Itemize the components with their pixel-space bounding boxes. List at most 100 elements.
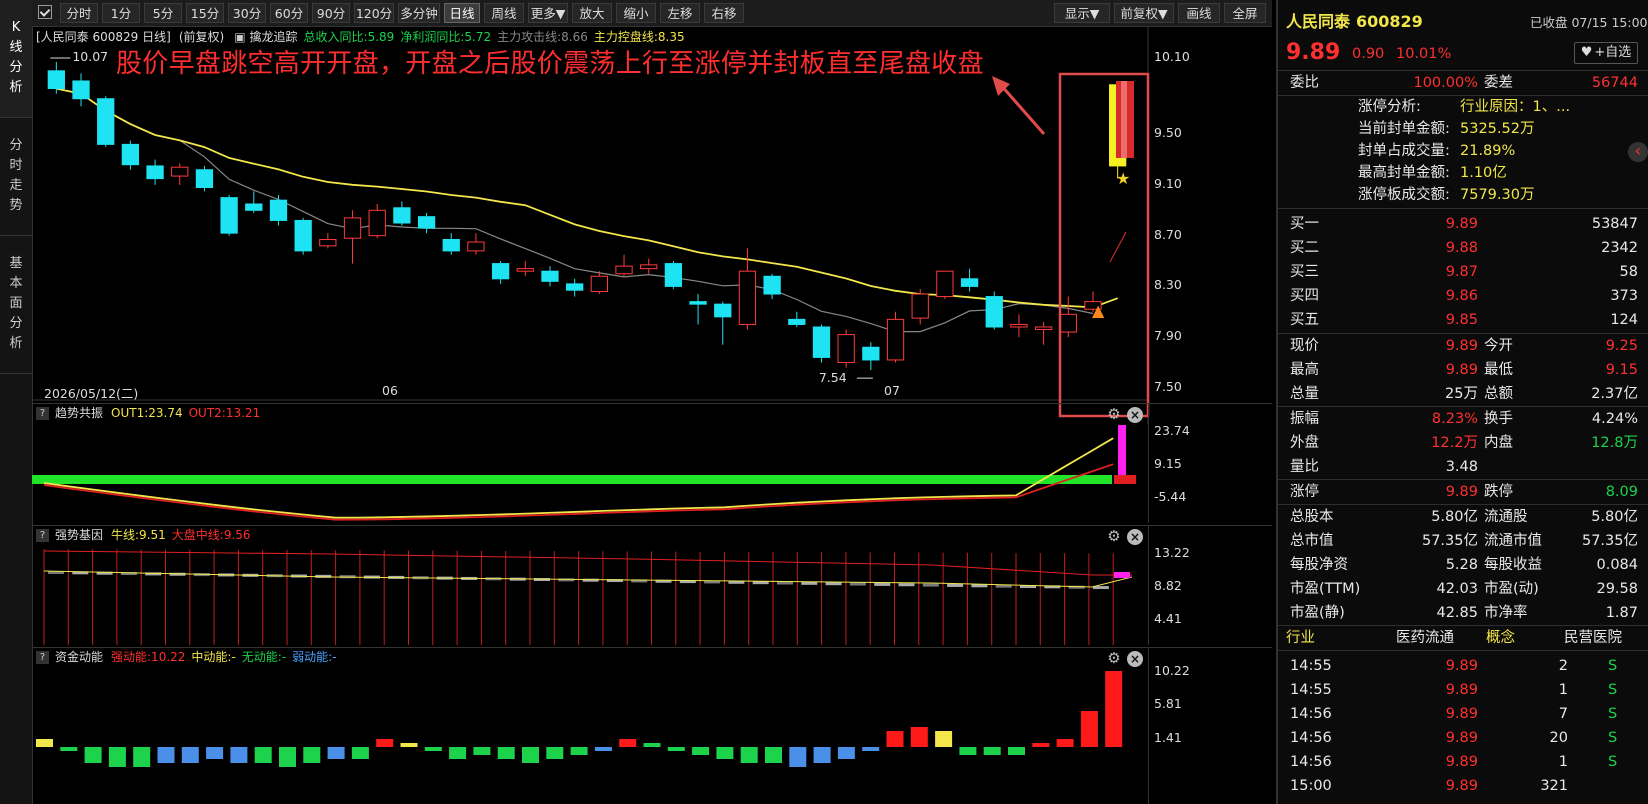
trade-price: 9.89 xyxy=(1445,706,1478,722)
candle-body xyxy=(1010,323,1028,328)
toolbar-button-12[interactable]: 更多▼ xyxy=(528,3,568,23)
toolbar-button-9[interactable]: 多分钟 xyxy=(398,3,440,23)
bid-row[interactable]: 买二 9.88 2342 xyxy=(1278,236,1648,260)
trade-row: 15:00 9.89 321 xyxy=(1278,774,1648,798)
highlight-box xyxy=(1058,72,1150,418)
industry-cell: 行业 xyxy=(1286,630,1315,646)
collapse-arrow[interactable]: ‹ xyxy=(1628,142,1648,162)
sidebar-tab-2[interactable]: 分时走势 xyxy=(0,118,32,236)
bid-row[interactable]: 买一 9.89 53847 xyxy=(1278,212,1648,236)
gene-market-line xyxy=(43,550,1132,576)
trend-stroke xyxy=(1109,231,1127,263)
candle-body xyxy=(590,275,608,292)
toolbar-button-10[interactable]: 日线 xyxy=(444,3,480,23)
bid-row[interactable]: 买五 9.85 124 xyxy=(1278,308,1648,332)
amp-row-cell: 8.23% xyxy=(1431,411,1478,427)
toolbar-button-14[interactable]: 缩小 xyxy=(616,3,656,23)
toolbar-button-1[interactable]: 分时 xyxy=(60,3,98,23)
bid-price: 9.85 xyxy=(1445,312,1478,328)
limit-analysis-value: 1.10亿 xyxy=(1460,165,1507,181)
toolbar-button-4[interactable]: 15分 xyxy=(186,3,224,23)
bid-row[interactable]: 买三 9.87 58 xyxy=(1278,260,1648,284)
weibi-label: 委比 xyxy=(1290,75,1319,91)
toolbar-button-13[interactable]: 放大 xyxy=(572,3,612,23)
gene-grey-mark xyxy=(898,583,915,587)
toolbar-right-button-3[interactable]: 画线 xyxy=(1178,3,1220,23)
toolbar-button-15[interactable]: 左移 xyxy=(660,3,700,23)
rocket-icon: ▲ xyxy=(1092,301,1105,320)
trade-side: S xyxy=(1608,682,1618,698)
candle-body xyxy=(417,216,436,229)
toolbar-button-3[interactable]: 5分 xyxy=(144,3,182,23)
fund-bar xyxy=(1056,739,1074,747)
fund-bar xyxy=(522,747,539,763)
candle-body xyxy=(442,238,460,252)
bid-label: 买三 xyxy=(1290,264,1319,280)
amp-row-cell: 3.48 xyxy=(1445,459,1478,475)
fund-bar xyxy=(376,739,394,747)
fund-bar xyxy=(667,747,685,751)
sidebar-tab-3[interactable]: 基本面分析 xyxy=(0,236,32,374)
fund-row-cell: 5.80亿 xyxy=(1591,509,1638,525)
sidebar-tab-1[interactable]: K线分析 xyxy=(0,0,32,118)
bid-volume: 58 xyxy=(1619,264,1638,280)
fund-bar xyxy=(837,747,855,759)
toolbar-right-button-2[interactable]: 前复权▼ xyxy=(1114,3,1174,23)
candle-body xyxy=(72,80,90,100)
fund-bar xyxy=(570,747,588,755)
candle-body xyxy=(640,264,658,270)
toolbar-right-button-1[interactable]: 显示▼ xyxy=(1054,3,1110,23)
indicator-y-tick: 23.74 xyxy=(1154,423,1190,438)
toolbar-button-2[interactable]: 1分 xyxy=(102,3,140,23)
sidebar-tab-char: 分 xyxy=(9,138,23,153)
divider xyxy=(1278,208,1648,209)
candle-body xyxy=(245,203,263,211)
sidebar-tab-char: 走 xyxy=(9,178,23,193)
fund-bar xyxy=(789,747,807,767)
quote-row-cell: 最高 xyxy=(1290,362,1319,378)
sidebar-tab-char: 基 xyxy=(9,256,23,271)
candle-body xyxy=(960,278,979,287)
candle-body xyxy=(343,217,362,239)
toolbar-right-button-4[interactable]: 全屏 xyxy=(1224,3,1266,23)
market-status: 已收盘 07/15 15:00 xyxy=(1530,15,1648,30)
fund-bar xyxy=(1008,747,1025,755)
trade-side: S xyxy=(1608,754,1618,770)
bid-row[interactable]: 买四 9.86 373 xyxy=(1278,284,1648,308)
candle-body xyxy=(936,270,954,298)
quote-row-cell: 现价 xyxy=(1290,338,1319,354)
industry-cell[interactable]: 民营医院 xyxy=(1564,626,1622,650)
trend-band xyxy=(32,475,1112,484)
fund-bar xyxy=(36,739,53,747)
toolbar-icon-box[interactable] xyxy=(38,5,52,19)
fund-bar xyxy=(716,747,734,759)
indicator-y-tick: 13.22 xyxy=(1154,545,1190,560)
fund-row-cell: 29.58 xyxy=(1596,581,1638,597)
industry-cell[interactable]: 医药流通 xyxy=(1396,626,1454,650)
price-change: 0.90 xyxy=(1352,46,1385,62)
limit-analysis-label: 当前封单金额: xyxy=(1358,121,1450,137)
gene-last-mark xyxy=(1114,572,1130,578)
sidebar-tab-char: 分 xyxy=(9,316,23,331)
candle-body xyxy=(541,270,559,282)
toolbar-button-11[interactable]: 周线 xyxy=(484,3,524,23)
toolbar-button-5[interactable]: 30分 xyxy=(228,3,266,23)
bid-price: 9.88 xyxy=(1445,240,1478,256)
toolbar-button-8[interactable]: 120分 xyxy=(354,3,394,23)
add-favorite-button[interactable]: ♥ +自选 xyxy=(1574,42,1638,64)
limit-row: 涨停 9.89 跌停 8.09 xyxy=(1278,480,1648,504)
sidebar-tab-char: 析 xyxy=(9,80,23,95)
weibi-row: 委比 100.00% 委差 56744 xyxy=(1278,71,1648,95)
fund-row-cell: 57.35亿 xyxy=(1581,533,1638,549)
candle-body xyxy=(47,70,65,90)
trade-row: 14:56 9.89 7 S xyxy=(1278,702,1648,726)
toolbar-button-16[interactable]: 右移 xyxy=(704,3,744,23)
fund-bar xyxy=(765,747,782,763)
toolbar-button-7[interactable]: 90分 xyxy=(312,3,350,23)
toolbar-button-6[interactable]: 60分 xyxy=(270,3,308,23)
fund-bar xyxy=(740,747,758,763)
fund-bar xyxy=(862,747,880,751)
bid-label: 买五 xyxy=(1290,312,1319,328)
fund-row-cell: 5.28 xyxy=(1445,557,1478,573)
main-y-tick: 8.30 xyxy=(1154,277,1182,293)
